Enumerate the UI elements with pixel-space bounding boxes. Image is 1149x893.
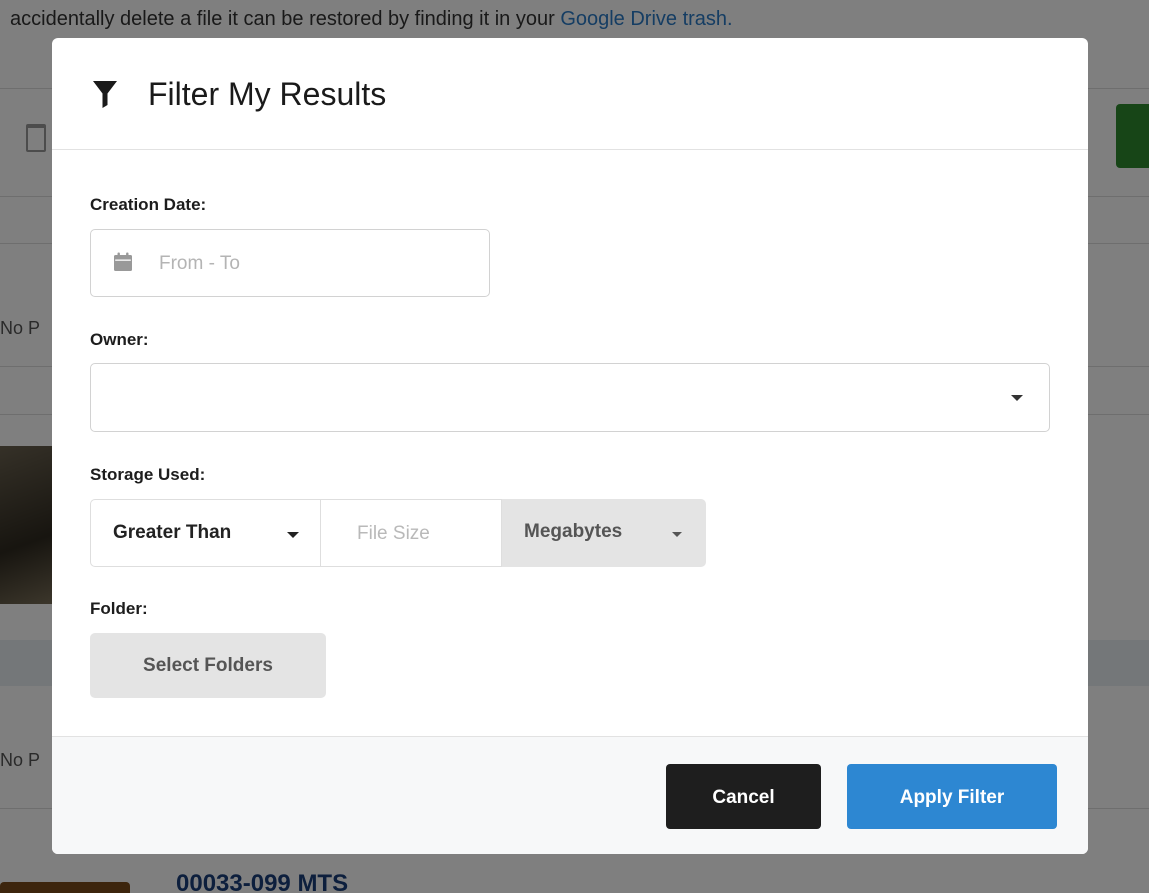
calendar-icon [113, 252, 133, 277]
date-range-input[interactable]: From - To [90, 229, 490, 297]
apply-filter-label: Apply Filter [899, 787, 1005, 808]
cancel-button[interactable]: Cancel [666, 764, 821, 829]
file-size-placeholder: File Size [357, 523, 430, 544]
unit-select[interactable]: Megabytes [502, 499, 706, 567]
apply-filter-button[interactable]: Apply Filter [847, 764, 1057, 829]
select-folders-button[interactable]: Select Folders [90, 633, 326, 698]
comparison-value: Greater Than [113, 522, 232, 543]
chevron-down-icon [1011, 395, 1023, 401]
unit-value: Megabytes [524, 521, 623, 542]
creation-date-label: Creation Date: [90, 195, 207, 214]
modal-header: Filter My Results [52, 38, 1088, 150]
modal-footer: Cancel Apply Filter [52, 736, 1088, 854]
chevron-down-icon [287, 532, 299, 538]
modal-title: Filter My Results [148, 76, 387, 112]
comparison-select[interactable]: Greater Than [90, 499, 320, 567]
date-range-placeholder: From - To [159, 253, 240, 274]
storage-used-label: Storage Used: [90, 465, 206, 484]
filter-modal: Filter My Results Creation Date: From - … [52, 38, 1088, 854]
storage-filter-group: Greater Than File Size Megabytes [90, 499, 706, 567]
folder-label: Folder: [90, 599, 148, 618]
select-folders-label: Select Folders [143, 655, 273, 676]
cancel-label: Cancel [712, 787, 775, 808]
filter-icon [92, 80, 118, 113]
owner-label: Owner: [90, 330, 149, 349]
file-size-input[interactable]: File Size [320, 499, 502, 567]
chevron-down-icon [672, 532, 682, 537]
owner-select[interactable] [90, 363, 1050, 432]
